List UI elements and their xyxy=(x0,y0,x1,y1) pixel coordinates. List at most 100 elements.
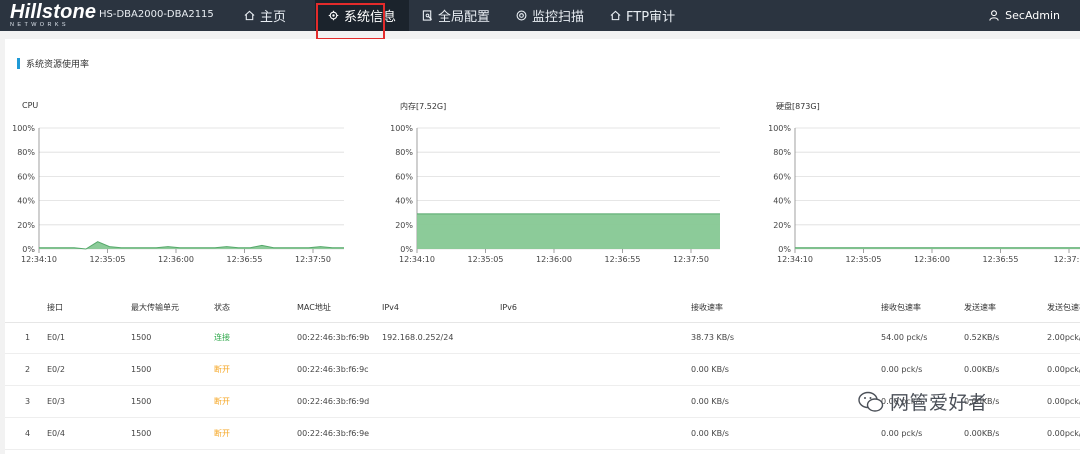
user-menu[interactable]: SecAdmin xyxy=(989,0,1060,31)
cell-row-index: 1 xyxy=(25,333,31,342)
x-tick-label: 12:36:00 xyxy=(158,255,194,264)
nav-home-label: 主页 xyxy=(260,10,287,25)
column-header-rx-rate[interactable]: 接收速率 xyxy=(691,293,723,322)
x-tick-label: 12:37:5 xyxy=(1054,255,1080,264)
y-tick-label: 100% xyxy=(768,124,791,133)
x-tick-label: 12:35:05 xyxy=(90,255,126,264)
memory-chart-title: 内存[7.52G] xyxy=(400,102,447,111)
table-row[interactable]: 4 E0/4 1500 断开 00:22:46:3b:f6:9e 0.00 KB/s 0.0… xyxy=(5,418,1080,450)
y-tick-label: 100% xyxy=(390,124,413,133)
x-tick-label: 12:34:10 xyxy=(399,255,435,264)
username: SecAdmin xyxy=(1005,9,1060,22)
cell-row-index: 3 xyxy=(25,397,31,406)
y-tick-label: 100% xyxy=(12,124,35,133)
cell-tx-rate: 0.52KB/s xyxy=(964,333,1000,342)
y-tick-label: 80% xyxy=(773,148,791,157)
nav-home[interactable]: 主页 xyxy=(231,0,315,31)
y-tick-label: 40% xyxy=(773,197,791,206)
cell-status: 连接 xyxy=(214,333,230,342)
wechat-icon xyxy=(858,391,884,413)
cpu-chart-title: CPU xyxy=(22,101,39,110)
column-header-ipv4[interactable]: IPv4 xyxy=(382,293,399,322)
column-header-status[interactable]: 状态 xyxy=(214,293,230,322)
cell-tx-packet-rate: 0.00pck/s xyxy=(1047,397,1080,406)
x-tick-label: 12:35:05 xyxy=(468,255,504,264)
cell-mtu: 1500 xyxy=(131,397,152,406)
nav-monitor-scan[interactable]: 监控扫描 xyxy=(503,0,597,31)
x-tick-label: 12:36:55 xyxy=(605,255,641,264)
y-tick-label: 0% xyxy=(778,245,791,254)
nav-system-info-label: 系统信息 xyxy=(344,10,397,25)
cell-mac-address: 00:22:46:3b:f6:9e xyxy=(297,429,370,438)
cell-status: 断开 xyxy=(214,365,230,374)
cell-rx-rate: 38.73 KB/s xyxy=(691,333,735,342)
column-header-interface[interactable]: 接口 xyxy=(47,293,63,322)
cell-mac-address: 00:22:46:3b:f6:9d xyxy=(297,397,370,406)
x-tick-label: 12:36:55 xyxy=(983,255,1019,264)
home-icon xyxy=(610,10,621,21)
cell-rx-packet-rate: 0.00 pck/s xyxy=(881,429,923,438)
column-header-ipv6[interactable]: IPv6 xyxy=(500,293,517,322)
column-header-tx-packet-rate[interactable]: 发送包速率 xyxy=(1047,293,1080,322)
cell-status: 断开 xyxy=(214,397,230,406)
table-header: 接口 最大传输单元 状态 MAC地址 IPv4 IPv6 接收速率 接收包速率 发送速率 发送包速… xyxy=(5,293,1080,323)
watermark-text: 网管爱好者 xyxy=(890,392,988,414)
section-title-label: 系统资源使用率 xyxy=(26,59,90,70)
top-navigation-bar: Hillstone NETWORKS HS-DBA2000-DBA2115 主页… xyxy=(0,0,1080,31)
table-row[interactable]: 1 E0/1 1500 连接 00:22:46:3b:f6:9b 192.168.0.25… xyxy=(5,322,1080,354)
memory-chart: 100% 80% 60% 40% 20% 0%12:34:10 12:35:05 12:36:… xyxy=(390,124,720,264)
disk-chart-title: 硬盘[873G] xyxy=(776,102,820,111)
cell-tx-packet-rate: 2.00pck/s xyxy=(1047,333,1080,342)
x-tick-label: 12:36:00 xyxy=(914,255,950,264)
y-tick-label: 0% xyxy=(22,245,35,254)
x-tick-label: 12:35:05 xyxy=(846,255,882,264)
nav-system-info[interactable]: 系统信息 xyxy=(315,0,410,31)
nav-monitor-scan-label: 监控扫描 xyxy=(532,10,585,25)
cell-interface: E0/4 xyxy=(47,429,65,438)
cell-mtu: 1500 xyxy=(131,429,152,438)
cell-row-index: 4 xyxy=(25,429,31,438)
cell-tx-rate: 0.00KB/s xyxy=(964,365,1000,374)
cell-interface: E0/3 xyxy=(47,397,65,406)
cell-ipv4: 192.168.0.252/24 xyxy=(382,333,454,342)
column-header-tx-rate[interactable]: 发送速率 xyxy=(964,293,996,322)
brand-logo[interactable]: Hillstone NETWORKS xyxy=(10,2,96,28)
cell-rx-packet-rate: 54.00 pck/s xyxy=(881,333,928,342)
cell-mac-address: 00:22:46:3b:f6:9c xyxy=(297,365,369,374)
y-tick-label: 60% xyxy=(17,172,35,181)
column-header-mtu[interactable]: 最大传输单元 xyxy=(131,293,179,322)
area-series-line xyxy=(39,241,344,250)
user-icon xyxy=(989,10,999,21)
cell-status: 断开 xyxy=(214,429,230,438)
column-header-rx-packet-rate[interactable]: 接收包速率 xyxy=(881,293,921,322)
y-tick-label: 20% xyxy=(17,221,35,230)
cell-row-index: 2 xyxy=(25,365,31,374)
y-tick-label: 80% xyxy=(395,148,413,157)
column-header-mac-address[interactable]: MAC地址 xyxy=(297,293,331,322)
x-tick-label: 12:34:10 xyxy=(21,255,57,264)
x-tick-label: 12:36:00 xyxy=(536,255,572,264)
nav-global-config[interactable]: 全局配置 xyxy=(409,0,503,31)
nav-ftp-audit-label: FTP审计 xyxy=(626,10,676,25)
y-tick-label: 40% xyxy=(395,197,413,206)
x-tick-label: 12:34:10 xyxy=(777,255,813,264)
main-nav: 主页 系统信息 全局配置 监控扫描 FTP审计 xyxy=(231,0,688,31)
cell-mac-address: 00:22:46:3b:f6:9b xyxy=(297,333,370,342)
x-tick-label: 12:37:50 xyxy=(673,255,709,264)
cell-interface: E0/2 xyxy=(47,365,65,374)
cell-rx-packet-rate: 0.00 pck/s xyxy=(881,365,923,374)
nav-ftp-audit[interactable]: FTP审计 xyxy=(597,0,688,31)
cell-mtu: 1500 xyxy=(131,333,152,342)
cell-tx-packet-rate: 0.00pck/s xyxy=(1047,365,1080,374)
y-tick-label: 40% xyxy=(17,197,35,206)
watermark: 网管爱好者 xyxy=(858,388,988,415)
home-icon xyxy=(244,10,255,21)
x-tick-label: 12:37:50 xyxy=(295,255,331,264)
cell-rx-rate: 0.00 KB/s xyxy=(691,429,729,438)
config-icon xyxy=(422,10,433,21)
interface-table: 接口 最大传输单元 状态 MAC地址 IPv4 IPv6 接收速率 接收包速率 发送速率 发送包速… xyxy=(5,293,1080,454)
y-tick-label: 80% xyxy=(17,148,35,157)
y-tick-label: 0% xyxy=(400,245,413,254)
table-row[interactable]: 2 E0/2 1500 断开 00:22:46:3b:f6:9c 0.00 KB/s 0.0… xyxy=(5,354,1080,386)
y-tick-label: 60% xyxy=(395,172,413,181)
